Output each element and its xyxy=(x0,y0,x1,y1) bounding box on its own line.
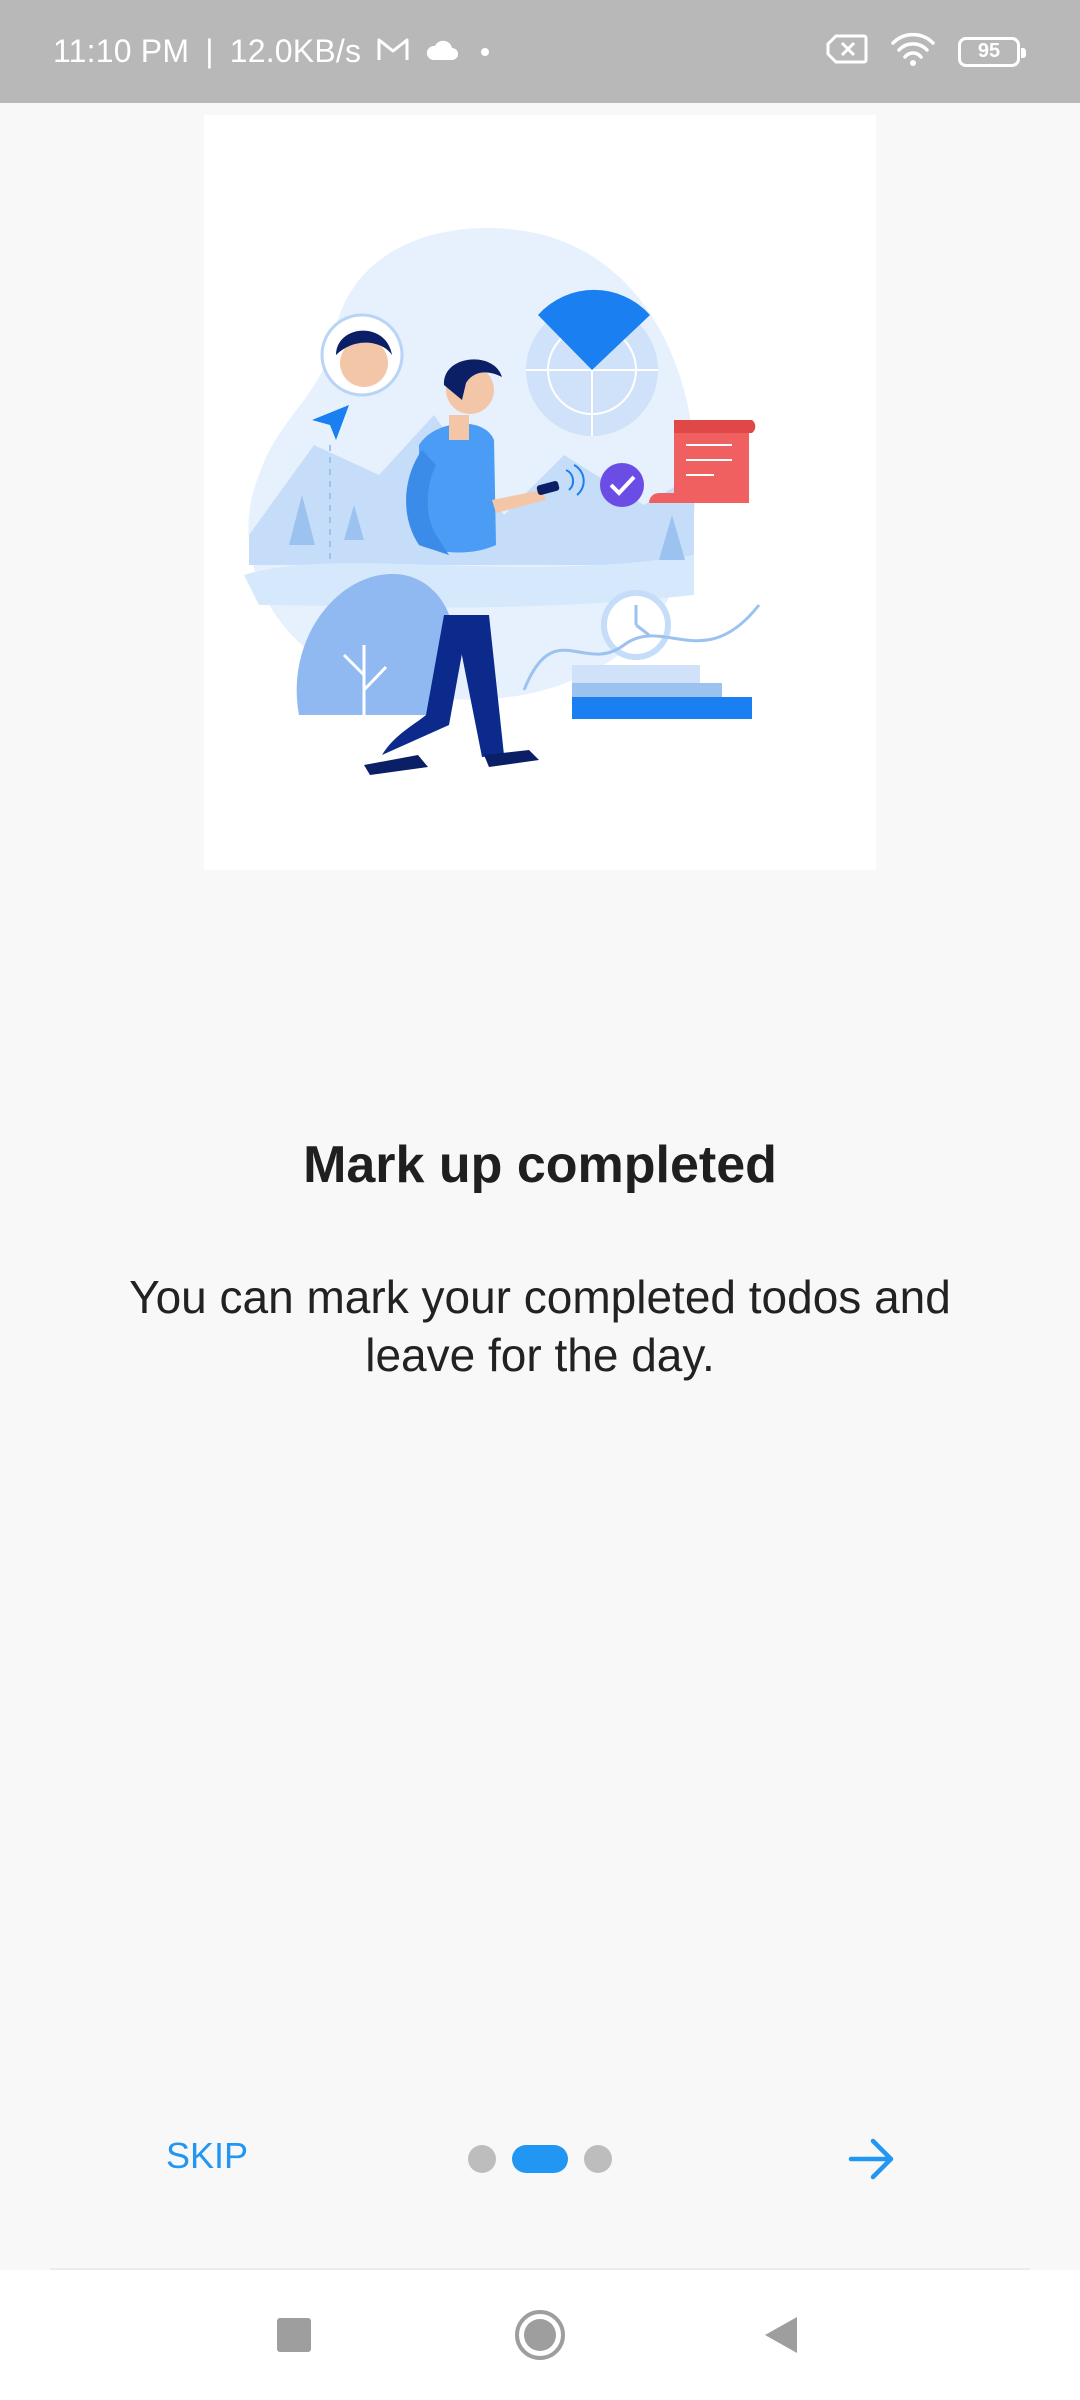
status-time: 11:10 PM xyxy=(53,33,190,69)
status-left: 11:10 PM | 12.0KB/s xyxy=(53,0,495,103)
page-dot-3 xyxy=(584,2145,612,2173)
page-dot-1 xyxy=(468,2145,496,2173)
onboarding-title: Mark up completed xyxy=(303,1136,777,1194)
status-right: 95 xyxy=(826,0,1026,103)
onboarding-screen: 11:10 PM | 12.0KB/s 95 Mark up completed… xyxy=(0,0,1080,2400)
navigation-bar xyxy=(0,2270,1080,2400)
dot-icon xyxy=(475,33,495,70)
next-button[interactable] xyxy=(840,2127,904,2191)
home-circle-icon xyxy=(515,2310,565,2360)
back-triangle-icon xyxy=(765,2317,797,2353)
man-walking-with-phone-illustration xyxy=(204,115,876,870)
no-sim-icon xyxy=(826,34,868,69)
status-separator: | xyxy=(205,33,214,69)
skip-button[interactable]: SKIP xyxy=(166,2135,248,2177)
wifi-icon xyxy=(890,32,936,71)
status-bar: 11:10 PM | 12.0KB/s 95 xyxy=(0,0,1080,103)
arrow-right-icon xyxy=(848,2138,894,2180)
onboarding-description: You can mark your completed todos and le… xyxy=(129,1271,951,1381)
network-speed: 12.0KB/s xyxy=(229,33,362,69)
recents-square-icon xyxy=(277,2318,311,2352)
battery-level: 95 xyxy=(977,40,1001,62)
page-dot-2-active xyxy=(512,2145,568,2173)
gmail-icon xyxy=(377,33,409,70)
page-indicator xyxy=(468,2145,612,2173)
back-button[interactable] xyxy=(746,2300,816,2370)
recents-button[interactable] xyxy=(259,2300,329,2370)
battery-icon: 95 xyxy=(958,36,1026,67)
cloud-icon xyxy=(425,33,459,70)
home-button[interactable] xyxy=(505,2300,575,2370)
